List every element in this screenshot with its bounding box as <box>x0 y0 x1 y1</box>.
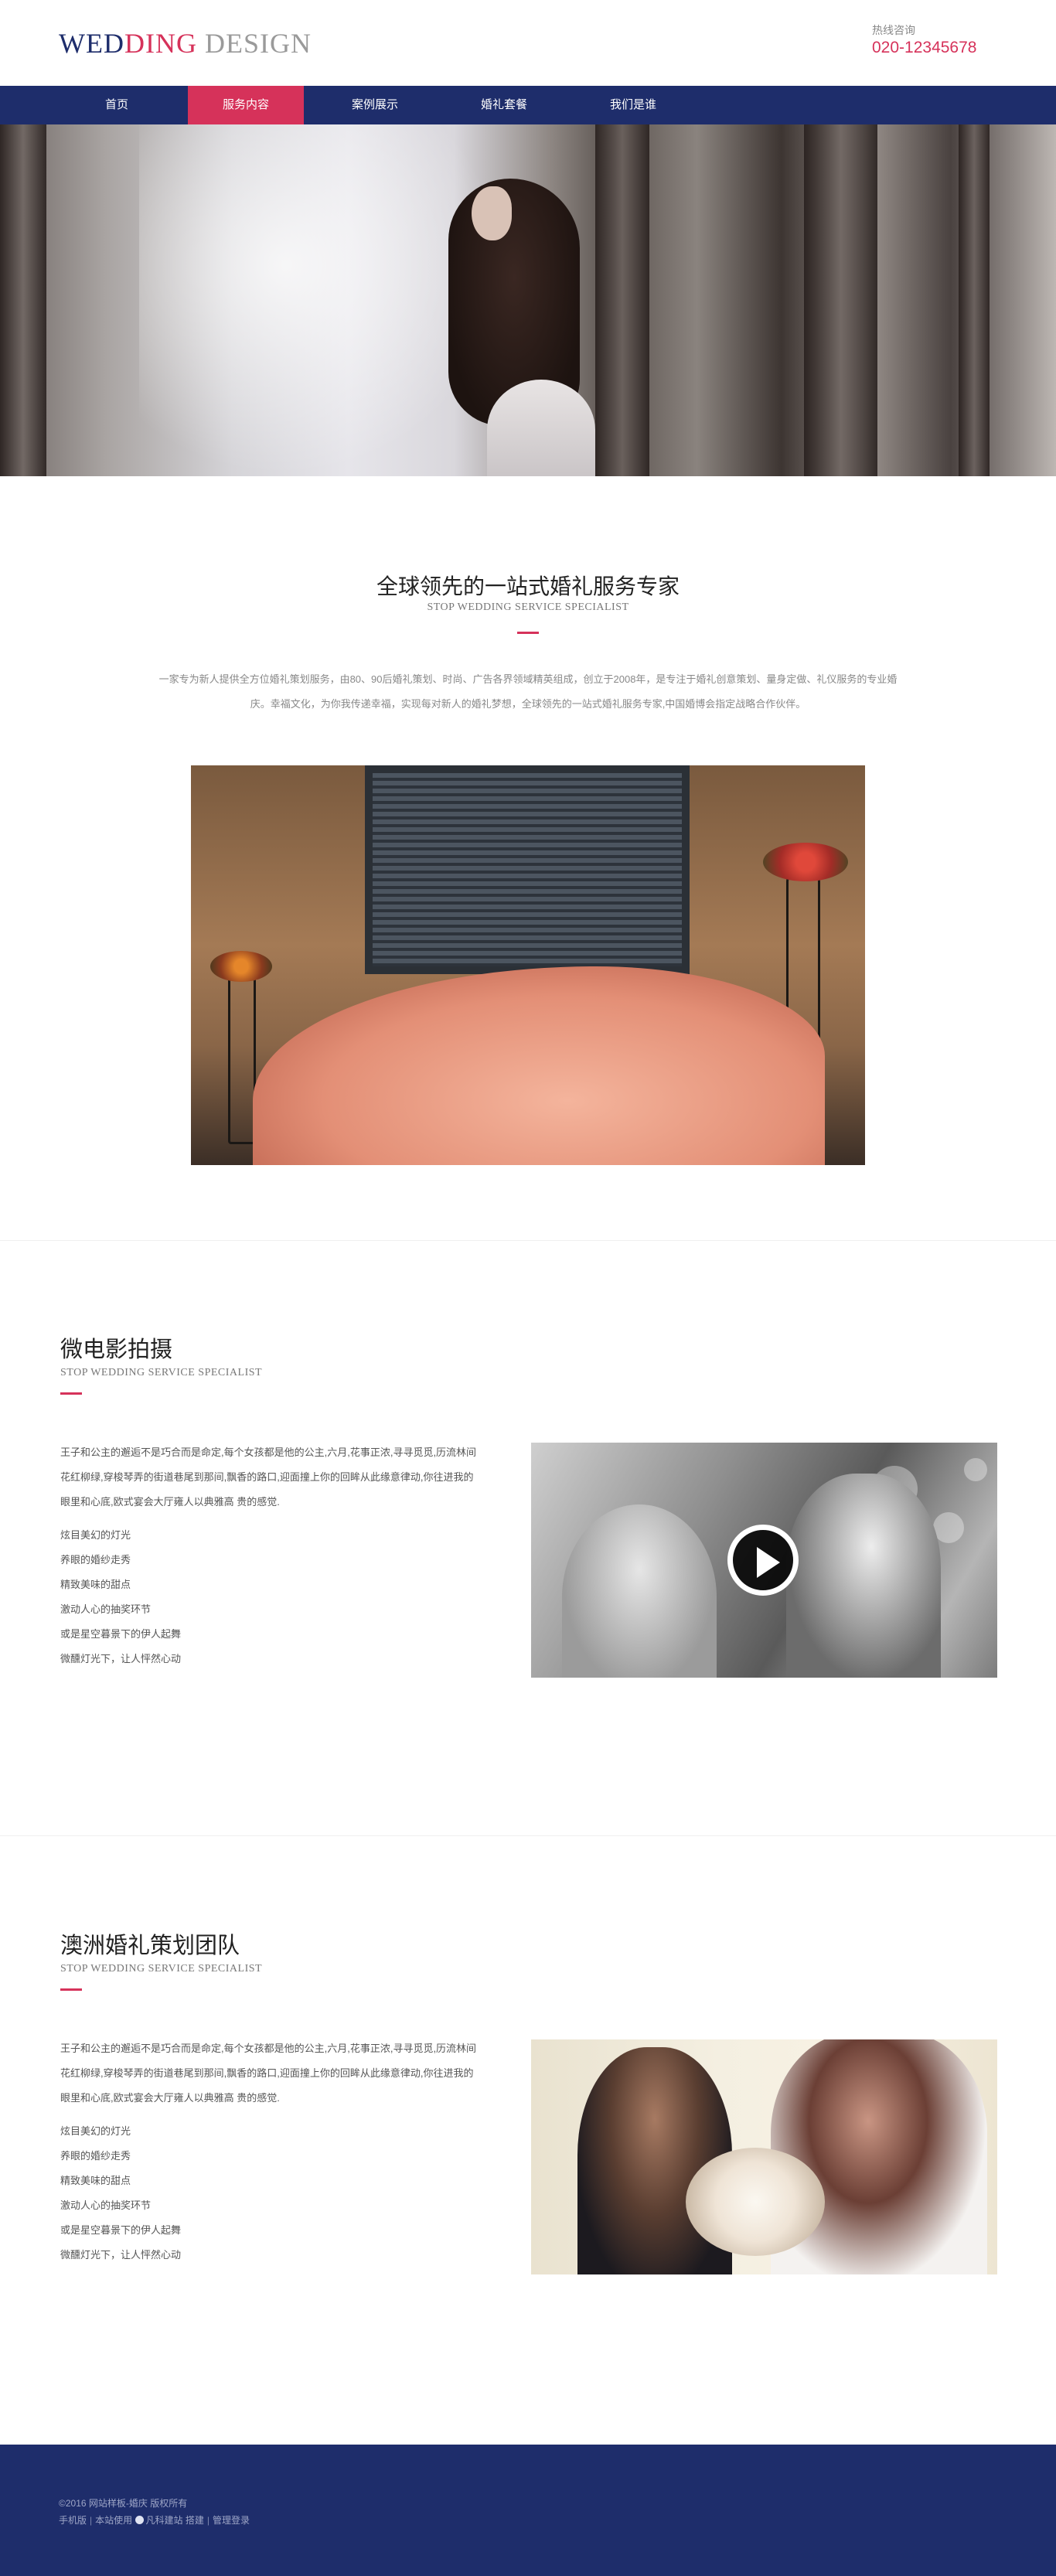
team-subtitle: STOP WEDDING SERVICE SPECIALIST <box>60 1963 263 1975</box>
hotline: 热线咨询 020-12345678 <box>872 23 976 59</box>
main-nav: 首页 服务内容 案例展示 婚礼套餐 我们是谁 <box>0 86 1056 124</box>
team-section: 澳洲婚礼策划团队 STOP WEDDING SERVICE SPECIALIST… <box>0 1836 1056 2466</box>
team-title-divider <box>60 1988 82 1991</box>
film-title: 微电影拍摄 <box>60 1337 173 1362</box>
list-item: 炫目美幻的灯光 <box>60 2125 131 2137</box>
list-item: 微醺灯光下，让人怦然心动 <box>60 1653 182 1665</box>
logo-part-ding: DING <box>124 28 197 59</box>
nav-item-home[interactable]: 首页 <box>59 86 175 124</box>
couple-bouquet-photo <box>531 2039 997 2274</box>
list-item: 激动人心的抽奖环节 <box>60 2199 152 2211</box>
nav-item-about[interactable]: 我们是谁 <box>575 86 691 124</box>
footer-separator: | <box>90 2515 93 2526</box>
hero-banner-image <box>0 124 1056 476</box>
site-header: WEDDING DESIGN 热线咨询 020-12345678 <box>0 0 1056 86</box>
site-footer: ©2016 网站样板-婚庆 版权所有 手机版 | 本站使用 凡科建站 搭建 | 管理登录 <box>0 2445 1056 2576</box>
intro-section: 全球领先的一站式婚礼服务专家 STOP WEDDING SERVICE SPEC… <box>0 476 1056 1165</box>
site-logo[interactable]: WEDDING DESIGN <box>59 26 312 60</box>
mobile-version-link[interactable]: 手机版 <box>59 2515 87 2526</box>
list-item: 或是星空暮景下的伊人起舞 <box>60 2224 182 2236</box>
site-builder-link[interactable]: 凡科建站 <box>146 2515 183 2526</box>
hotline-number[interactable]: 020-12345678 <box>872 37 976 59</box>
team-title: 澳洲婚礼策划团队 <box>60 1934 240 1958</box>
powered-by-text: 本站使用 <box>95 2515 133 2526</box>
nav-item-cases[interactable]: 案例展示 <box>317 86 433 124</box>
film-subtitle: STOP WEDDING SERVICE SPECIALIST <box>60 1367 263 1378</box>
list-item: 养眼的婚纱走秀 <box>60 2150 131 2162</box>
hotline-label: 热线咨询 <box>872 24 915 36</box>
team-paragraph: 王子和公主的邂逅不是巧合而是命定,每个女孩都是他的公主,六月,花事正浓,寻寻觅觅… <box>60 2043 477 2104</box>
list-item: 激动人心的抽奖环节 <box>60 1603 152 1615</box>
film-paragraph: 王子和公主的邂逅不是巧合而是命定,每个女孩都是他的公主,六月,花事正浓,寻寻觅觅… <box>60 1446 477 1508</box>
nav-item-packages[interactable]: 婚礼套餐 <box>446 86 562 124</box>
list-item: 养眼的婚纱走秀 <box>60 1554 131 1566</box>
footer-copyright: ©2016 网站样板-婚庆 版权所有 <box>59 2498 188 2509</box>
intro-text-line-2: 庆。幸福文化，为你我传递幸福，实现每对新人的婚礼梦想，全球领先的一站式婚礼服务专… <box>250 698 806 710</box>
film-title-divider <box>60 1392 82 1395</box>
list-item: 精致美味的甜点 <box>60 2175 131 2186</box>
list-item: 精致美味的甜点 <box>60 1579 131 1590</box>
list-item: 微醺灯光下，让人怦然心动 <box>60 2249 182 2261</box>
film-feature-list: 炫目美幻的灯光 养眼的婚纱走秀 精致美味的甜点 激动人心的抽奖环节 或是星空暮景… <box>60 1523 181 1671</box>
site-builder-logo-icon <box>135 2516 144 2524</box>
film-section: 微电影拍摄 STOP WEDDING SERVICE SPECIALIST 王子… <box>0 1241 1056 1835</box>
intro-text-line-1: 一家专为新人提供全方位婚礼策划服务，由80、90后婚礼策划、时尚、广告各界领域精… <box>158 673 898 685</box>
footer-separator: | <box>206 2515 209 2526</box>
play-icon[interactable] <box>727 1525 799 1596</box>
title-divider <box>517 632 539 634</box>
footer-links: 手机版 | 本站使用 凡科建站 搭建 | 管理登录 <box>59 2514 250 2527</box>
wedding-video-thumbnail[interactable] <box>531 1443 997 1678</box>
intro-text: 一家专为新人提供全方位婚礼策划服务，由80、90后婚礼策划、时尚、广告各界领域精… <box>103 667 953 717</box>
logo-part-design: DESIGN <box>204 28 312 59</box>
admin-login-link[interactable]: 管理登录 <box>213 2515 250 2526</box>
list-item: 炫目美幻的灯光 <box>60 1529 131 1541</box>
intro-title: 全球领先的一站式婚礼服务专家 <box>376 574 680 598</box>
logo-part-wed: WED <box>59 28 124 59</box>
bride-dress-photo <box>191 765 865 1165</box>
nav-item-services[interactable]: 服务内容 <box>188 86 304 124</box>
list-item: 或是星空暮景下的伊人起舞 <box>60 1628 182 1640</box>
build-label: 搭建 <box>185 2515 204 2526</box>
intro-subtitle: STOP WEDDING SERVICE SPECIALIST <box>427 601 629 613</box>
team-feature-list: 炫目美幻的灯光 养眼的婚纱走秀 精致美味的甜点 激动人心的抽奖环节 或是星空暮景… <box>60 2119 181 2268</box>
